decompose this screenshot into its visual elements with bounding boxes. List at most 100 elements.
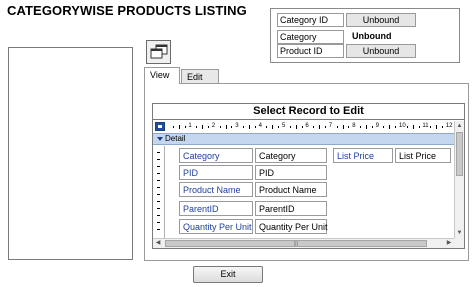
ruler-tick bbox=[313, 126, 315, 128]
ruler-tick bbox=[289, 126, 291, 128]
ruler-tick bbox=[225, 125, 227, 129]
ruler-tick bbox=[157, 208, 160, 209]
ruler-number: 6 bbox=[305, 123, 309, 129]
ruler-tick bbox=[324, 126, 326, 128]
ruler-tick bbox=[157, 180, 160, 181]
ruler-tick bbox=[157, 152, 160, 153]
ruler-tick bbox=[202, 125, 204, 129]
ruler-tick bbox=[219, 126, 221, 128]
scroll-right-icon[interactable]: ▶ bbox=[444, 239, 454, 248]
ruler-number: 8 bbox=[352, 123, 356, 129]
ruler-tick bbox=[266, 126, 268, 128]
vertical-scrollbar[interactable]: ▲ ▼ bbox=[454, 121, 464, 238]
ruler-number: 2 bbox=[211, 123, 216, 129]
category-id-field[interactable]: Unbound bbox=[346, 13, 416, 27]
pid-field-label: PID bbox=[179, 165, 253, 180]
ruler-number: 4 bbox=[258, 123, 262, 129]
category-id-label: Category ID bbox=[277, 13, 344, 27]
ruler-tick bbox=[157, 166, 160, 167]
ruler-tick bbox=[231, 126, 233, 128]
ruler-tick bbox=[278, 126, 280, 128]
ruler-tick bbox=[248, 125, 250, 129]
ruler-tick bbox=[172, 126, 174, 128]
quantity-per-unit-field-label: Quantity Per Unit bbox=[179, 219, 253, 234]
ruler-tick bbox=[157, 215, 160, 216]
ruler-tick bbox=[418, 126, 420, 128]
tab-view[interactable]: View bbox=[144, 67, 180, 84]
ruler-tick bbox=[207, 126, 209, 128]
vertical-ruler bbox=[153, 146, 165, 238]
ruler-tick bbox=[342, 125, 344, 129]
ruler-tick bbox=[184, 126, 186, 128]
scroll-left-icon[interactable]: ◀ bbox=[153, 239, 163, 248]
ruler-tick bbox=[157, 222, 160, 223]
ruler-row: 1 2 3 4 5 6 7 8 9 10 11 12 bbox=[153, 121, 464, 132]
ruler-tick bbox=[157, 201, 160, 202]
vertical-scroll-thumb[interactable] bbox=[456, 132, 463, 176]
ruler-tick bbox=[371, 126, 373, 128]
scroll-down-icon[interactable]: ▼ bbox=[455, 228, 464, 238]
ruler-number: 11 bbox=[422, 123, 429, 129]
grip-icon: ||| bbox=[294, 241, 298, 247]
ruler-tick bbox=[254, 126, 256, 128]
ruler-number: 7 bbox=[328, 123, 333, 129]
ruler-tick bbox=[178, 125, 180, 129]
product-name-field-input[interactable]: Product Name bbox=[255, 182, 327, 197]
horizontal-ruler: 1 2 3 4 5 6 7 8 9 10 11 12 bbox=[167, 122, 452, 131]
forms-button[interactable] bbox=[146, 40, 171, 64]
ruler-tick bbox=[157, 187, 160, 188]
list-price-field-input[interactable]: List Price bbox=[395, 148, 451, 163]
ruler-tick bbox=[157, 194, 160, 195]
ruler-tick bbox=[157, 173, 160, 174]
horizontal-scroll-thumb[interactable]: ||| bbox=[165, 240, 427, 247]
ruler-tick bbox=[336, 126, 338, 128]
detail-section-bar[interactable]: Detail bbox=[153, 133, 464, 145]
ruler-tick bbox=[272, 125, 274, 129]
ruler-tick bbox=[196, 126, 198, 128]
scroll-corner bbox=[454, 238, 464, 248]
ruler-tick bbox=[157, 159, 160, 160]
chevron-down-icon bbox=[157, 137, 163, 141]
ruler-number: 10 bbox=[399, 123, 406, 129]
ruler-tick bbox=[389, 125, 391, 129]
ruler-tick bbox=[348, 126, 350, 128]
ruler-number: 9 bbox=[375, 123, 379, 129]
ruler-tick bbox=[360, 126, 362, 128]
pid-field-input[interactable]: PID bbox=[255, 165, 327, 180]
ruler-tick bbox=[406, 126, 408, 128]
quantity-per-unit-field-input[interactable]: Quantity Per Unit bbox=[255, 219, 328, 234]
parent-id-field-label: ParentID bbox=[179, 201, 253, 216]
category-field-label: Category bbox=[179, 148, 253, 163]
record-subform: Select Record to Edit 1 2 3 4 5 6 7 8 9 10 11 12 De… bbox=[152, 103, 465, 249]
windows-stack-icon bbox=[150, 44, 168, 59]
ruler-tick bbox=[157, 229, 160, 230]
product-name-field-label: Product Name bbox=[179, 182, 253, 197]
ruler-tick bbox=[436, 125, 438, 129]
form-selector-icon[interactable] bbox=[155, 122, 165, 131]
page-title: CATEGORYWISE PRODUCTS LISTING bbox=[7, 3, 247, 18]
ruler-number: 5 bbox=[282, 123, 286, 129]
ruler-number: 3 bbox=[235, 123, 239, 129]
ruler-tick bbox=[365, 125, 367, 129]
parent-id-field-input[interactable]: ParentID bbox=[255, 201, 327, 216]
ruler-tick bbox=[301, 126, 303, 128]
horizontal-scrollbar[interactable]: ◀ ||| ▶ bbox=[153, 238, 454, 248]
ruler-tick bbox=[383, 126, 385, 128]
product-id-field[interactable]: Unbound bbox=[346, 44, 416, 58]
category-list-box[interactable] bbox=[8, 47, 133, 260]
exit-button[interactable]: Exit bbox=[193, 266, 263, 283]
ruler-tick bbox=[295, 125, 297, 129]
ruler-tick bbox=[395, 126, 397, 128]
category-field-input[interactable]: Category bbox=[255, 148, 327, 163]
ruler-tick bbox=[430, 126, 432, 128]
detail-section-label: Detail bbox=[165, 134, 186, 143]
category-label: Category bbox=[277, 30, 344, 44]
unbound-info-panel: Category ID Unbound Category Unbound Pro… bbox=[270, 8, 460, 63]
ruler-tick bbox=[319, 125, 321, 129]
ruler-number: 1 bbox=[188, 123, 192, 129]
list-price-field-label: List Price bbox=[333, 148, 393, 163]
scroll-up-icon[interactable]: ▲ bbox=[455, 121, 464, 131]
ruler-number: 12 bbox=[445, 123, 453, 129]
ruler-tick bbox=[441, 126, 443, 128]
category-combo[interactable]: Unbound bbox=[346, 30, 416, 44]
